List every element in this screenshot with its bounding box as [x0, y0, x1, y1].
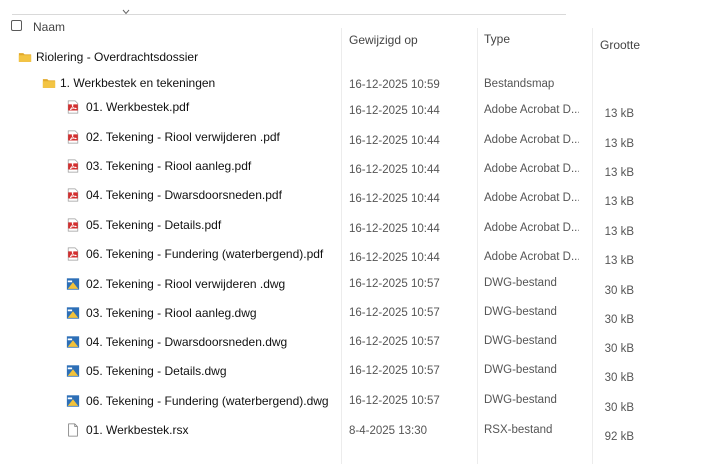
modified-date: 16-12-2025 10:44 — [349, 164, 440, 176]
file-row[interactable]: 02. Tekening - Riool verwijderen .pdf 16-… — [0, 128, 710, 150]
dwg-icon — [66, 364, 80, 378]
file-name: 01. Werkbestek.rsx — [86, 423, 189, 437]
pdf-icon — [66, 100, 80, 114]
file-type: DWG-bestand — [484, 306, 557, 318]
folder-row[interactable]: 1. Werkbestek en tekeningen 16-12-2025 10… — [0, 74, 710, 94]
modified-date: 16-12-2025 10:59 — [349, 79, 440, 91]
file-size: 13 kB — [604, 138, 634, 150]
file-row[interactable]: 02. Tekening - Riool verwijderen .dwg 16-… — [0, 275, 710, 297]
file-name: 04. Tekening - Dwarsdoorsneden.dwg — [86, 335, 288, 349]
folder-icon — [18, 50, 32, 64]
file-row[interactable]: 05. Tekening - Details.pdf 16-12-2025 10:… — [0, 216, 710, 238]
file-explorer: Naam Gewijzigd op Type Grootte Riolering… — [0, 0, 710, 465]
file-type: Adobe Acrobat D... — [484, 222, 579, 234]
file-size: 13 kB — [604, 167, 634, 179]
modified-date: 16-12-2025 10:44 — [349, 193, 440, 205]
file-row[interactable]: 01. Werkbestek.pdf 16-12-2025 10:44 Adobe … — [0, 98, 710, 120]
pdf-icon — [66, 218, 80, 232]
file-type: Adobe Acrobat D... — [484, 251, 579, 263]
file-size: 30 kB — [604, 402, 634, 414]
file-name: 05. Tekening - Details.pdf — [86, 218, 222, 232]
dwg-icon — [66, 277, 80, 291]
file-type: Adobe Acrobat D... — [484, 192, 579, 204]
file-type: RSX-bestand — [484, 424, 553, 436]
file-row[interactable]: 03. Tekening - Riool aanleg.pdf 16-12-202… — [0, 157, 710, 179]
column-header-type[interactable]: Type — [484, 32, 510, 46]
modified-date: 16-12-2025 10:44 — [349, 252, 440, 264]
file-name: 06. Tekening - Fundering (waterbergend).… — [86, 394, 329, 408]
file-name: 02. Tekening - Riool verwijderen .pdf — [86, 130, 280, 144]
file-name: 02. Tekening - Riool verwijderen .dwg — [86, 277, 286, 291]
select-all-checkbox[interactable] — [11, 20, 22, 31]
file-row[interactable]: 06. Tekening - Fundering (waterbergend).… — [0, 245, 710, 267]
dwg-icon — [66, 335, 80, 349]
dwg-icon — [66, 306, 80, 320]
file-name: Riolering - Overdrachtsdossier — [36, 50, 199, 64]
modified-date: 16-12-2025 10:44 — [349, 135, 440, 147]
file-type: DWG-bestand — [484, 394, 557, 406]
file-name: 05. Tekening - Details.dwg — [86, 364, 227, 378]
pdf-icon — [66, 188, 80, 202]
column-header-name[interactable]: Naam — [33, 20, 65, 34]
file-size: 13 kB — [604, 226, 634, 238]
file-name: 04. Tekening - Dwarsdoorsneden.pdf — [86, 188, 282, 202]
modified-date: 16-12-2025 10:57 — [349, 307, 440, 319]
pdf-icon — [66, 159, 80, 173]
chevron-down-icon[interactable] — [122, 9, 130, 15]
file-type: DWG-bestand — [484, 277, 557, 289]
file-name: 03. Tekening - Riool aanleg.dwg — [86, 306, 257, 320]
file-size: 13 kB — [604, 108, 634, 120]
file-type: DWG-bestand — [484, 364, 557, 376]
file-size: 30 kB — [604, 285, 634, 297]
file-size: 92 kB — [604, 431, 634, 443]
file-type: Adobe Acrobat D... — [484, 134, 579, 146]
file-row[interactable]: 01. Werkbestek.rsx 8-4-2025 13:30 RSX-best… — [0, 421, 710, 443]
pdf-icon — [66, 130, 80, 144]
modified-date: 16-12-2025 10:57 — [349, 395, 440, 407]
file-type: Adobe Acrobat D... — [484, 104, 579, 116]
modified-date: 16-12-2025 10:44 — [349, 105, 440, 117]
file-name: 01. Werkbestek.pdf — [86, 100, 190, 114]
header-divider — [12, 14, 566, 15]
file-size: 30 kB — [604, 372, 634, 384]
file-type: Bestandsmap — [484, 78, 555, 90]
file-size: 30 kB — [604, 343, 634, 355]
file-name: 03. Tekening - Riool aanleg.pdf — [86, 159, 252, 173]
modified-date: 8-4-2025 13:30 — [349, 425, 428, 437]
folder-icon — [42, 76, 56, 90]
modified-date: 16-12-2025 10:44 — [349, 223, 440, 235]
modified-date: 16-12-2025 10:57 — [349, 278, 440, 290]
file-icon — [66, 423, 80, 437]
modified-date: 16-12-2025 10:57 — [349, 336, 440, 348]
file-row[interactable]: 03. Tekening - Riool aanleg.dwg 16-12-202… — [0, 304, 710, 326]
folder-row[interactable]: Riolering - Overdrachtsdossier — [0, 48, 710, 68]
file-type: DWG-bestand — [484, 335, 557, 347]
pdf-icon — [66, 247, 80, 261]
file-size: 13 kB — [604, 255, 634, 267]
file-type: Adobe Acrobat D... — [484, 163, 579, 175]
file-size: 13 kB — [604, 196, 634, 208]
modified-date: 16-12-2025 10:57 — [349, 365, 440, 377]
file-row[interactable]: 04. Tekening - Dwarsdoorsneden.dwg 16-12-… — [0, 333, 710, 355]
file-name: 06. Tekening - Fundering (waterbergend).… — [86, 247, 324, 261]
dwg-icon — [66, 394, 80, 408]
file-row[interactable]: 04. Tekening - Dwarsdoorsneden.pdf 16-12-… — [0, 186, 710, 208]
file-name: 1. Werkbestek en tekeningen — [60, 76, 216, 90]
file-size: 30 kB — [604, 314, 634, 326]
file-row[interactable]: 06. Tekening - Fundering (waterbergend).… — [0, 392, 710, 414]
column-header-modified[interactable]: Gewijzigd op — [349, 33, 418, 47]
file-row[interactable]: 05. Tekening - Details.dwg 16-12-2025 10:… — [0, 362, 710, 384]
